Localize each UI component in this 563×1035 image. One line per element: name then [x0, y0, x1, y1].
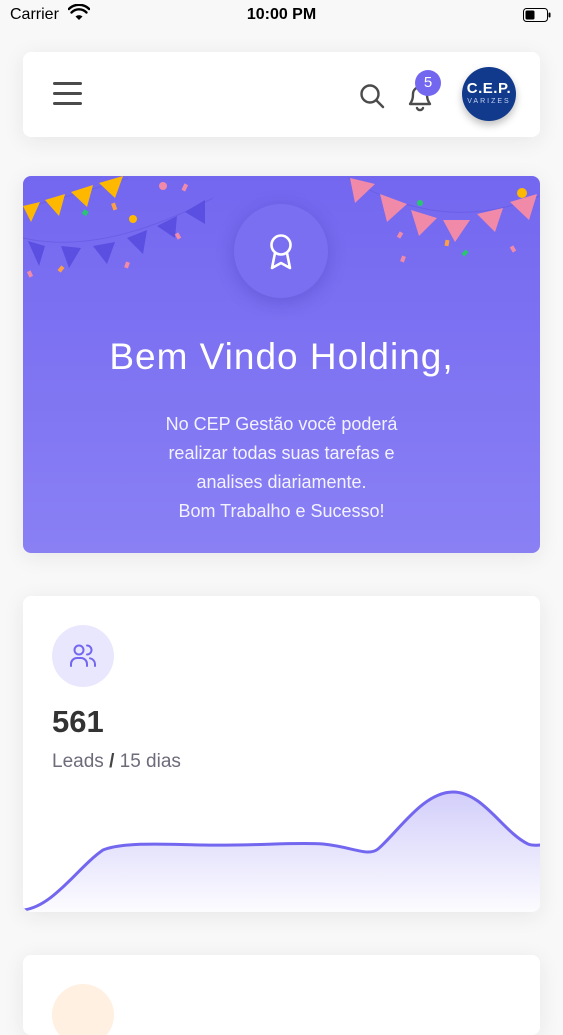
welcome-line: No CEP Gestão você poderá — [165, 414, 398, 434]
notification-badge[interactable]: 5 — [415, 70, 441, 96]
leads-label-period: 15 dias — [119, 751, 181, 772]
leads-stats-card: 561 Leads / 15 dias — [23, 596, 540, 912]
welcome-title: Bem Vindo Holding, — [109, 336, 454, 377]
top-navbar: 5 C.E.P. VARIZES — [23, 52, 540, 137]
avatar-logo-text: C.E.P. — [466, 80, 512, 97]
welcome-line: Bom Trabalho e Sucesso! — [178, 501, 385, 521]
award-icon — [270, 234, 292, 270]
stat-icon-circle — [52, 984, 114, 1035]
users-icon — [70, 644, 96, 667]
leads-sparkline — [23, 790, 540, 912]
users-icon-circle — [52, 625, 114, 687]
menu-button[interactable] — [53, 82, 83, 106]
welcome-message: No CEP Gestão você poderá realizar todas… — [113, 410, 450, 526]
search-icon[interactable] — [358, 82, 386, 110]
leads-label-main: Leads — [52, 751, 104, 772]
hamburger-icon — [53, 82, 82, 85]
welcome-line: analises diariamente. — [196, 472, 367, 492]
award-badge — [234, 204, 328, 298]
leads-label: Leads / 15 dias — [52, 751, 181, 773]
stats-card-partial — [23, 955, 540, 1035]
clock: 10:00 PM — [246, 6, 317, 23]
battery-icon — [523, 8, 551, 22]
avatar[interactable]: C.E.P. VARIZES — [462, 67, 516, 121]
leads-label-separator: / — [109, 751, 115, 772]
welcome-line: realizar todas suas tarefas e — [168, 443, 395, 463]
status-bar: Carrier 10:00 PM — [0, 0, 563, 30]
avatar-logo-subtext: VARIZES — [467, 98, 511, 105]
leads-count: 561 — [52, 704, 104, 739]
welcome-card: Bem Vindo Holding, No CEP Gestão você po… — [23, 176, 540, 553]
